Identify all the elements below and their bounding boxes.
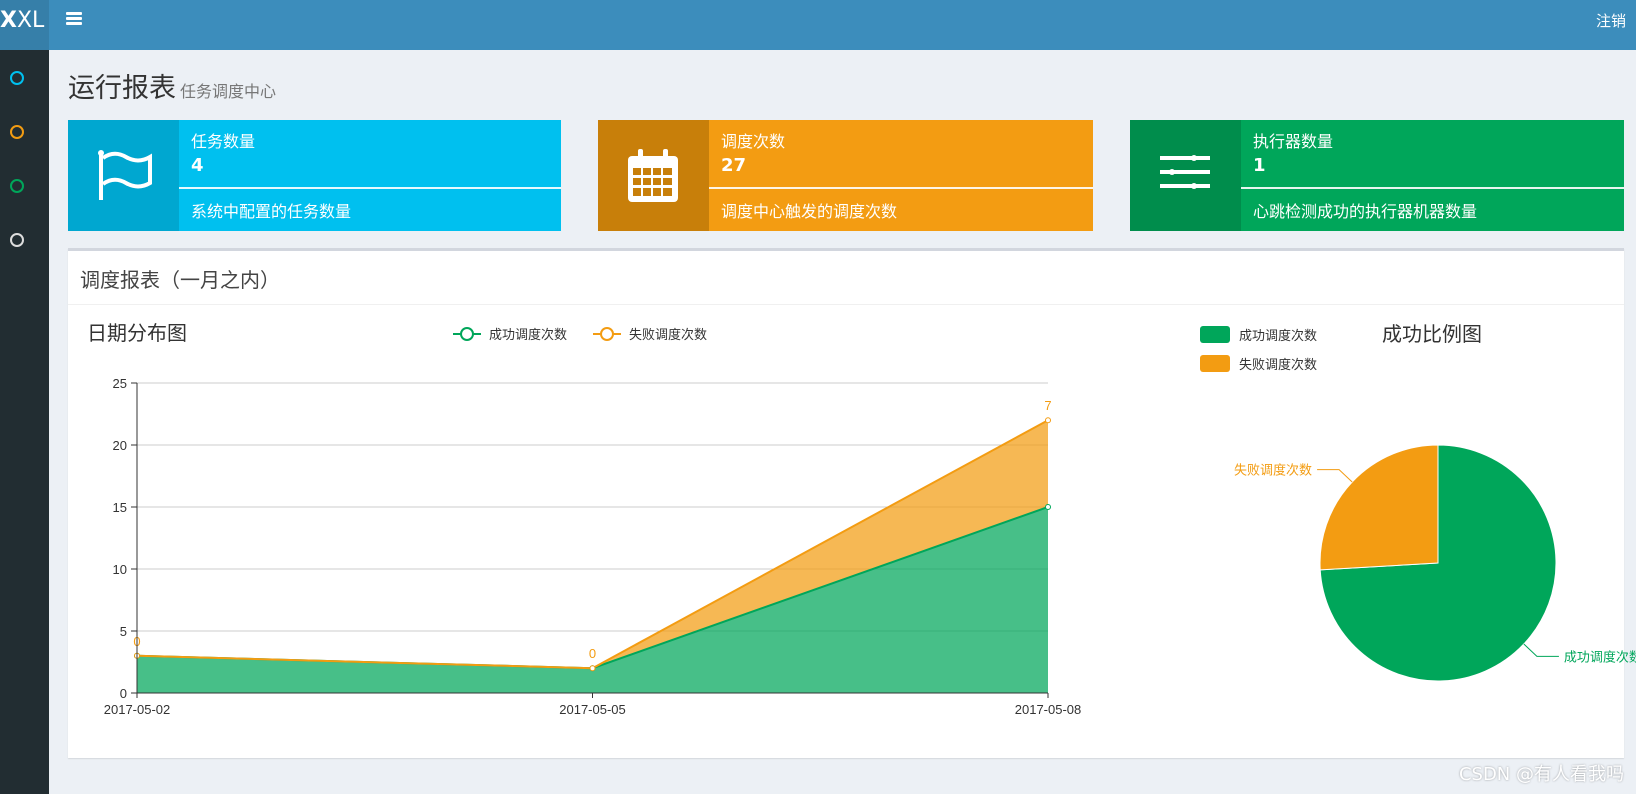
pie-slice xyxy=(1319,444,1439,571)
data-label: 7 xyxy=(1044,398,1051,413)
y-tick-label: 15 xyxy=(113,500,127,515)
watermark: CSDN @有人看我吗 xyxy=(1458,764,1624,785)
sidebar-item-help-icon[interactable] xyxy=(10,233,24,247)
legend-swatch xyxy=(1200,326,1230,343)
success-point xyxy=(1045,504,1051,510)
sidebar-item-executors-icon[interactable] xyxy=(10,179,24,193)
x-tick-label: 2017-05-05 xyxy=(559,702,626,717)
y-tick-label: 0 xyxy=(120,686,127,701)
failed-point xyxy=(589,665,596,672)
sidebar: XXL xyxy=(0,0,49,794)
y-tick-label: 20 xyxy=(113,438,127,453)
top-navbar: 注销 xyxy=(49,0,1636,50)
failed-point xyxy=(1045,417,1051,424)
info-box-number: 27 xyxy=(721,155,747,176)
info-box-description: 调度中心触发的调度次数 xyxy=(721,202,898,221)
info-box-jobs: 任务数量 4 系统中配置的任务数量 xyxy=(68,120,561,231)
info-box-title: 调度次数 xyxy=(721,132,786,151)
progress-divider xyxy=(179,187,561,189)
pie-label: 成功调度次数 xyxy=(1564,649,1636,664)
info-box-description: 心跳检测成功的执行器机器数量 xyxy=(1253,202,1478,221)
logo-rest: XL xyxy=(16,8,45,33)
info-icon-bg xyxy=(598,120,709,231)
info-box-number: 1 xyxy=(1253,155,1266,176)
info-box-number: 4 xyxy=(191,155,204,176)
legend-item: 成功调度次数 xyxy=(453,327,567,342)
legend-label: 失败调度次数 xyxy=(1239,357,1317,372)
logo-bold: X xyxy=(0,8,17,33)
page-title-text: 运行报表 xyxy=(68,73,176,104)
report-panel: 调度报表（一月之内） 日期分布图成功调度次数失败调度次数051015202500… xyxy=(68,248,1636,758)
chart-title: 日期分布图 xyxy=(87,322,187,345)
logout-button[interactable]: 注销 xyxy=(1596,10,1626,31)
report-panel-title: 调度报表（一月之内） xyxy=(80,268,280,292)
legend-label: 成功调度次数 xyxy=(489,327,567,342)
legend-marker xyxy=(460,327,474,341)
chart-title: 成功比例图 xyxy=(1382,323,1482,346)
legend-marker xyxy=(600,327,614,341)
progress-divider xyxy=(1241,187,1624,189)
info-icon-bg xyxy=(68,120,179,231)
pie-label-line xyxy=(1317,469,1353,483)
y-tick-label: 10 xyxy=(113,562,127,577)
x-tick-label: 2017-05-08 xyxy=(1015,702,1082,717)
page-subtitle: 任务调度中心 xyxy=(180,82,277,101)
info-box-triggers: 调度次数 27 调度中心触发的调度次数 xyxy=(598,120,1093,231)
info-box-title: 执行器数量 xyxy=(1253,132,1334,151)
legend-item: 失败调度次数 xyxy=(593,327,707,342)
pie-label: 失败调度次数 xyxy=(1234,463,1312,478)
progress-divider xyxy=(709,187,1093,189)
page-title: 运行报表 任务调度中心 xyxy=(68,66,276,105)
pie-label-line xyxy=(1523,643,1559,657)
x-tick-label: 2017-05-02 xyxy=(104,702,171,717)
y-tick-label: 25 xyxy=(113,376,127,391)
date-distribution-chart[interactable]: 日期分布图成功调度次数失败调度次数05101520250072017-05-02… xyxy=(68,308,1108,758)
calendar-icon xyxy=(628,149,678,202)
logo[interactable]: XXL xyxy=(0,0,49,50)
success-ratio-chart[interactable]: 成功比例图成功调度次数失败调度次数成功调度次数失败调度次数 xyxy=(1108,308,1636,758)
info-box-executors: 执行器数量 1 心跳检测成功的执行器机器数量 xyxy=(1130,120,1624,231)
y-tick-label: 5 xyxy=(120,624,127,639)
sidebar-item-report-icon[interactable] xyxy=(10,71,24,85)
sidebar-item-jobs-icon[interactable] xyxy=(10,125,24,139)
legend-label: 成功调度次数 xyxy=(1239,328,1317,343)
legend-label: 失败调度次数 xyxy=(629,327,707,342)
sliders-icon xyxy=(1160,155,1210,189)
info-box-description: 系统中配置的任务数量 xyxy=(191,202,352,221)
menu-toggle-icon[interactable] xyxy=(66,12,82,26)
data-label: 0 xyxy=(589,646,596,661)
panel-divider xyxy=(68,304,1624,305)
flag-icon xyxy=(98,150,152,200)
info-box-title: 任务数量 xyxy=(191,132,256,151)
legend-swatch xyxy=(1200,355,1230,372)
info-icon-bg xyxy=(1130,120,1241,231)
